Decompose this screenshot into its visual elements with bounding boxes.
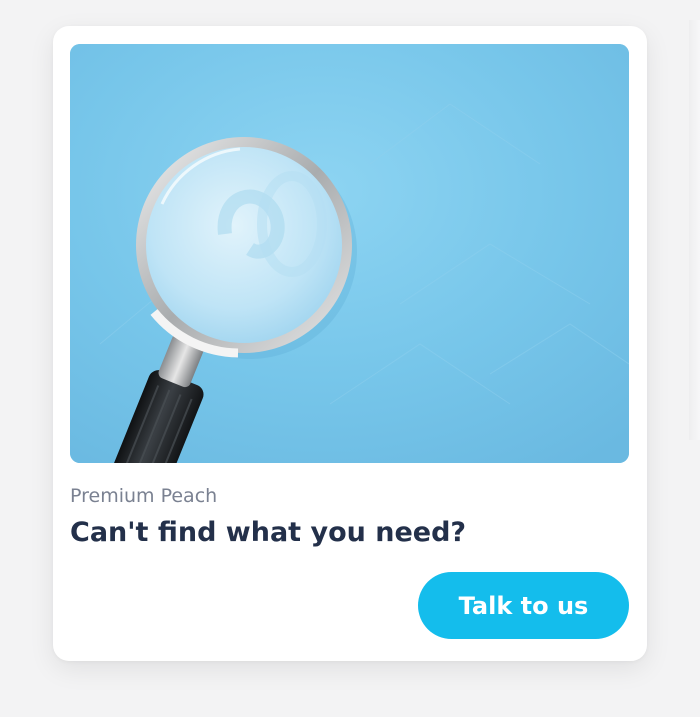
card-headline: Can't find what you need? — [70, 517, 467, 548]
adjacent-card-edge — [689, 20, 700, 440]
support-card: Premium Peach Can't find what you need? … — [53, 26, 647, 661]
magnifying-glass-icon — [70, 44, 629, 463]
hero-image — [70, 44, 629, 463]
talk-to-us-button[interactable]: Talk to us — [418, 572, 629, 639]
brand-name: Premium Peach — [70, 485, 218, 507]
